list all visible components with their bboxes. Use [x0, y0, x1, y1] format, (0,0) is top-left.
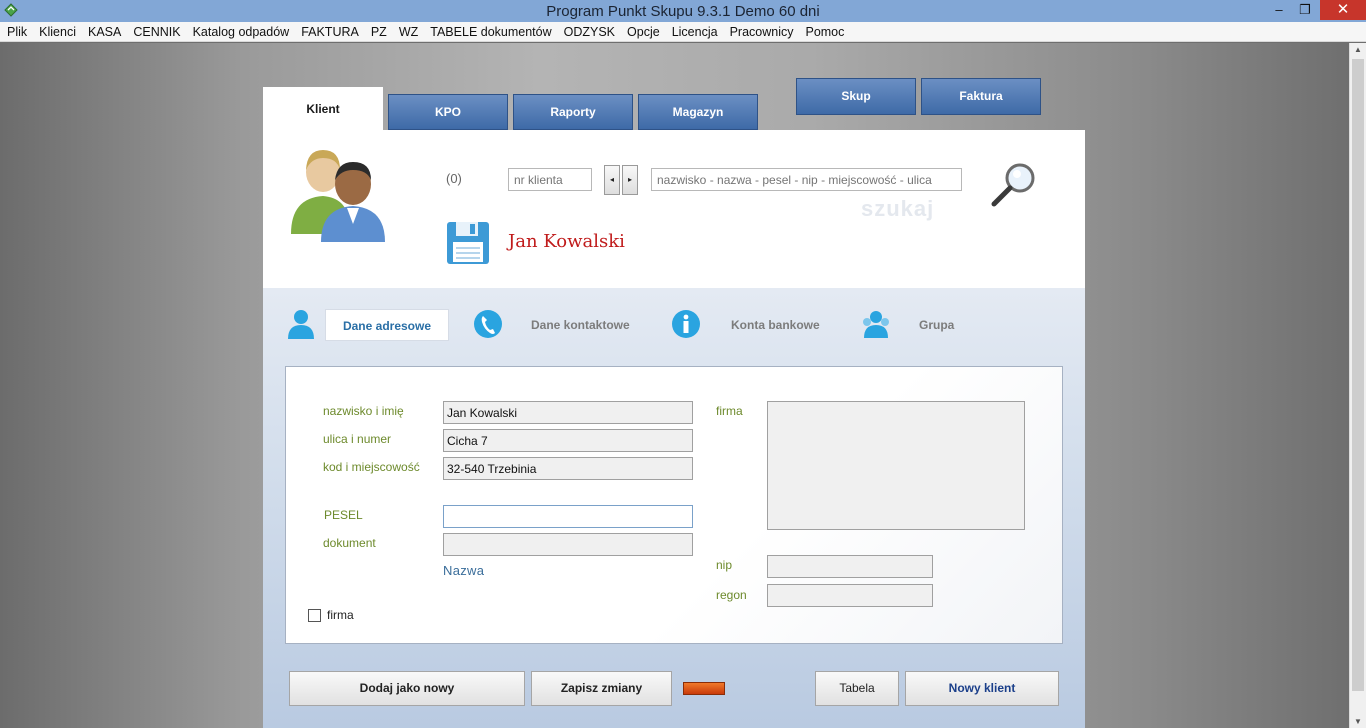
- client-name: Jan Kowalski: [508, 231, 625, 252]
- tab-kpo[interactable]: KPO: [388, 94, 508, 130]
- vertical-scrollbar[interactable]: ▲ ▼: [1349, 43, 1366, 728]
- save-changes-button[interactable]: Zapisz zmiany: [531, 671, 672, 706]
- client-panel: (0) ◂ ▸ szukaj Jan Kowalski Dane adresow…: [263, 130, 1085, 728]
- label-dokument: dokument: [323, 536, 376, 550]
- info-icon[interactable]: [671, 308, 701, 340]
- menu-pz[interactable]: PZ: [365, 22, 393, 42]
- person-icon[interactable]: [286, 308, 316, 340]
- tab-klient[interactable]: Klient: [263, 87, 383, 131]
- firma-checkbox[interactable]: [308, 609, 321, 622]
- faktura-button[interactable]: Faktura: [921, 78, 1041, 115]
- nazwisko-field[interactable]: [443, 401, 693, 424]
- search-watermark: szukaj: [861, 196, 935, 221]
- prev-client-button[interactable]: ◂: [604, 165, 620, 195]
- scroll-up-icon[interactable]: ▲: [1354, 45, 1362, 54]
- pesel-field[interactable]: [443, 505, 693, 528]
- menu-pracownicy[interactable]: Pracownicy: [724, 22, 800, 42]
- scroll-thumb[interactable]: [1352, 59, 1364, 691]
- client-count: (0): [446, 171, 462, 186]
- search-icon[interactable]: [988, 160, 1040, 208]
- next-client-button[interactable]: ▸: [622, 165, 638, 195]
- address-form: nazwisko i imię ulica i numer kod i miej…: [285, 366, 1063, 644]
- label-firma: firma: [716, 404, 743, 418]
- window-title: Program Punkt Skupu 9.3.1 Demo 60 dni: [546, 3, 820, 20]
- users-icon: [291, 150, 385, 242]
- skup-button[interactable]: Skup: [796, 78, 916, 115]
- menu-wz[interactable]: WZ: [393, 22, 424, 42]
- label-nazwisko: nazwisko i imię: [323, 404, 404, 418]
- regon-field[interactable]: [767, 584, 933, 607]
- table-button[interactable]: Tabela: [815, 671, 899, 706]
- menu-plik[interactable]: Plik: [1, 22, 33, 42]
- firma-textarea[interactable]: [767, 401, 1025, 530]
- label-ulica: ulica i numer: [323, 432, 392, 446]
- tab-magazyn[interactable]: Magazyn: [638, 94, 758, 130]
- menu-katalog-odpadow[interactable]: Katalog odpadów: [187, 22, 296, 42]
- firma-checkbox-label[interactable]: firma: [327, 608, 354, 622]
- maximize-button[interactable]: ❐: [1294, 0, 1316, 20]
- subtab-dane-kontaktowe[interactable]: Dane kontaktowe: [531, 309, 630, 341]
- ulica-field[interactable]: [443, 429, 693, 452]
- label-nip: nip: [716, 558, 733, 572]
- add-as-new-button[interactable]: Dodaj jako nowy: [289, 671, 525, 706]
- menu-klienci[interactable]: Klienci: [33, 22, 82, 42]
- menu-pomoc[interactable]: Pomoc: [799, 22, 850, 42]
- dokument-field[interactable]: [443, 533, 693, 556]
- menu-bar: Plik Klienci KASA CENNIK Katalog odpadów…: [0, 22, 1366, 42]
- client-search-input[interactable]: [651, 168, 962, 191]
- subtab-grupa[interactable]: Grupa: [919, 309, 954, 341]
- subtab-dane-adresowe[interactable]: Dane adresowe: [325, 309, 449, 341]
- save-icon[interactable]: [445, 220, 491, 266]
- status-indicator: [683, 682, 725, 695]
- menu-tabele-dokumentow[interactable]: TABELE dokumentów: [424, 22, 557, 42]
- phone-icon[interactable]: [473, 308, 503, 340]
- tab-raporty[interactable]: Raporty: [513, 94, 633, 130]
- menu-opcje[interactable]: Opcje: [621, 22, 666, 42]
- client-number-input[interactable]: [508, 168, 592, 191]
- minimize-button[interactable]: –: [1268, 0, 1290, 20]
- close-button[interactable]: ✕: [1320, 0, 1366, 20]
- menu-kasa[interactable]: KASA: [82, 22, 127, 42]
- nip-field[interactable]: [767, 555, 933, 578]
- menu-faktura[interactable]: FAKTURA: [295, 22, 365, 42]
- new-client-button[interactable]: Nowy klient: [905, 671, 1059, 706]
- label-pesel: PESEL: [324, 508, 363, 522]
- kod-miejscowosc-field[interactable]: [443, 457, 693, 480]
- menu-odzysk[interactable]: ODZYSK: [558, 22, 621, 42]
- subtab-konta-bankowe[interactable]: Konta bankowe: [731, 309, 820, 341]
- menu-licencja[interactable]: Licencja: [666, 22, 724, 42]
- label-kod: kod i miejscowość: [323, 460, 420, 474]
- menu-cennik[interactable]: CENNIK: [127, 22, 186, 42]
- nazwa-link[interactable]: Nazwa: [443, 563, 484, 578]
- scroll-down-icon[interactable]: ▼: [1354, 717, 1362, 726]
- label-regon: regon: [716, 588, 747, 602]
- title-bar: Program Punkt Skupu 9.3.1 Demo 60 dni – …: [0, 0, 1366, 22]
- group-icon[interactable]: [861, 308, 891, 340]
